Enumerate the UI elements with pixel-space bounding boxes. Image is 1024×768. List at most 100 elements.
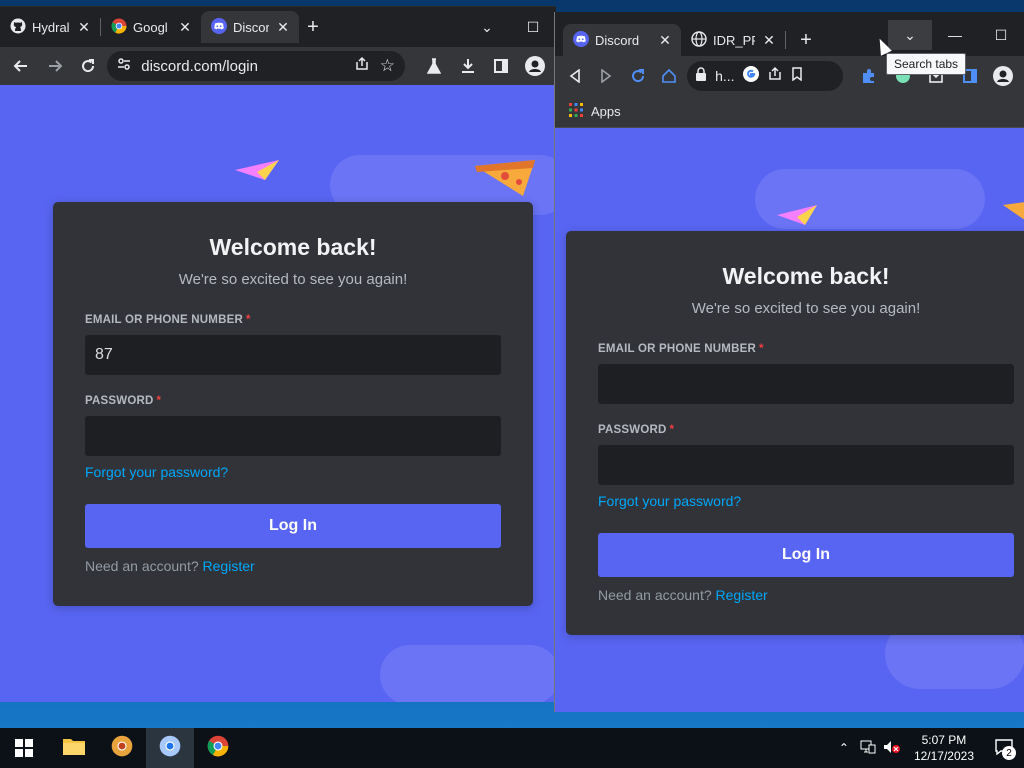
tab-label: Discor xyxy=(233,19,269,35)
background-cloud xyxy=(380,645,556,702)
password-label: PASSWORD * xyxy=(598,424,1014,436)
forgot-password-link[interactable]: Forgot your password? xyxy=(598,493,741,509)
tab-label: IDR_PRC xyxy=(713,32,755,48)
search-tabs-tooltip: Search tabs xyxy=(886,53,967,75)
maximize-icon[interactable]: ☐ xyxy=(510,12,556,42)
system-clock[interactable]: 5:07 PM 12/17/2023 xyxy=(904,732,984,764)
discord-icon xyxy=(211,17,227,37)
share-icon[interactable] xyxy=(767,66,783,86)
extensions-icon[interactable] xyxy=(855,61,884,91)
pizza-decoration xyxy=(475,160,535,201)
paper-plane-decoration xyxy=(235,160,279,185)
notification-count-badge: 2 xyxy=(1002,746,1016,760)
tab-github[interactable]: Hydral ✕ xyxy=(0,11,100,43)
chrome-icon xyxy=(207,735,229,762)
close-icon[interactable]: ✕ xyxy=(275,19,291,36)
tab-separator xyxy=(785,31,786,49)
maximize-icon[interactable]: ☐ xyxy=(978,20,1024,50)
chrome-button[interactable] xyxy=(194,728,242,768)
pizza-decoration xyxy=(1003,201,1024,228)
chevron-down-icon[interactable]: ⌄ xyxy=(464,12,510,42)
forward-button[interactable] xyxy=(40,51,70,81)
back-button[interactable] xyxy=(6,51,36,81)
download-icon[interactable] xyxy=(453,51,483,81)
labs-flask-icon[interactable] xyxy=(419,51,449,81)
login-card: Welcome back! We're so excited to see yo… xyxy=(566,231,1024,635)
network-icon[interactable] xyxy=(856,740,880,757)
tab-label: Hydral xyxy=(32,19,70,35)
email-label-text: EMAIL OR PHONE NUMBER xyxy=(598,343,756,355)
welcome-title: Welcome back! xyxy=(209,234,377,260)
tab-idr-proc[interactable]: IDR_PRC ✕ xyxy=(681,24,785,56)
profile-icon[interactable] xyxy=(989,61,1018,91)
notification-center-button[interactable]: 2 xyxy=(984,728,1024,768)
apps-bookmark[interactable]: Apps xyxy=(591,104,621,119)
minimize-icon[interactable]: — xyxy=(932,20,978,50)
login-button[interactable]: Log In xyxy=(598,533,1014,577)
share-icon[interactable] xyxy=(354,56,370,76)
chrome-canary-icon xyxy=(111,735,133,762)
tab-label: Discord xyxy=(595,32,640,48)
login-button[interactable]: Log In xyxy=(85,504,501,548)
password-field[interactable] xyxy=(85,416,501,456)
system-tray: ⌃ 5:07 PM 12/17/2023 2 xyxy=(832,728,1024,768)
required-marker: * xyxy=(758,343,764,355)
tab-google[interactable]: Googl ✕ xyxy=(101,11,201,43)
volume-muted-icon[interactable] xyxy=(880,740,904,757)
password-label-text: PASSWORD xyxy=(85,395,154,407)
bookmarks-bar: Apps xyxy=(555,96,1024,128)
email-field[interactable] xyxy=(85,335,501,375)
browser-window-left: Hydral ✕ Googl ✕ Discor ✕ + ⌄ ☐ discord.… xyxy=(0,6,556,702)
google-icon[interactable] xyxy=(742,66,759,86)
tab-discord[interactable]: Discord ✕ xyxy=(563,24,681,56)
chevron-up-icon[interactable]: ⌃ xyxy=(832,741,856,755)
star-icon[interactable]: ☆ xyxy=(380,56,395,76)
clock-time: 5:07 PM xyxy=(921,733,967,747)
address-bar[interactable]: h... xyxy=(687,61,843,91)
login-card: Welcome back! We're so excited to see yo… xyxy=(53,202,533,606)
globe-icon xyxy=(691,30,707,50)
forgot-password-link[interactable]: Forgot your password? xyxy=(85,464,228,480)
search-tabs-button[interactable]: ⌄ xyxy=(888,20,932,50)
tab-discord[interactable]: Discor ✕ xyxy=(201,11,299,43)
chromium-button[interactable] xyxy=(146,728,194,768)
new-tab-button[interactable]: + xyxy=(299,13,327,41)
back-button[interactable] xyxy=(561,61,589,91)
close-icon[interactable]: ✕ xyxy=(177,19,193,36)
reload-button[interactable] xyxy=(624,61,652,91)
register-link[interactable]: Register xyxy=(716,587,768,603)
close-icon[interactable]: ✕ xyxy=(76,19,92,36)
email-label: EMAIL OR PHONE NUMBER * xyxy=(598,343,1014,355)
forward-button[interactable] xyxy=(593,61,621,91)
required-marker: * xyxy=(245,314,251,326)
site-settings-icon[interactable] xyxy=(117,57,131,75)
chrome-icon xyxy=(111,18,127,37)
side-panel-icon[interactable] xyxy=(486,51,516,81)
bookmark-icon[interactable] xyxy=(791,67,803,85)
taskbar: ⌃ 5:07 PM 12/17/2023 2 xyxy=(0,728,1024,768)
file-explorer-button[interactable] xyxy=(50,728,98,768)
register-prompt: Need an account? Register xyxy=(598,587,1014,603)
url-text: discord.com/login xyxy=(141,57,258,75)
profile-icon[interactable] xyxy=(520,51,550,81)
discord-login-page: Welcome back! We're so excited to see yo… xyxy=(0,85,556,702)
register-prompt: Need an account? Register xyxy=(85,558,501,574)
chromium-icon xyxy=(159,735,181,762)
email-field[interactable] xyxy=(598,364,1014,404)
home-icon[interactable] xyxy=(656,61,684,91)
email-label-text: EMAIL OR PHONE NUMBER xyxy=(85,314,243,326)
close-icon[interactable]: ✕ xyxy=(761,32,777,49)
new-tab-button[interactable]: + xyxy=(792,26,820,54)
windows-start-button[interactable] xyxy=(0,728,48,768)
password-field[interactable] xyxy=(598,445,1014,485)
chrome-dev-button[interactable] xyxy=(98,728,146,768)
password-label: PASSWORD * xyxy=(85,395,501,407)
register-link[interactable]: Register xyxy=(203,558,255,574)
reload-button[interactable] xyxy=(74,51,104,81)
github-icon xyxy=(10,18,26,37)
address-bar[interactable]: discord.com/login ☆ xyxy=(107,51,405,81)
apps-grid-icon[interactable] xyxy=(569,103,583,120)
tab-strip: Hydral ✕ Googl ✕ Discor ✕ + ⌄ ☐ xyxy=(0,7,556,47)
required-marker: * xyxy=(669,424,675,436)
close-icon[interactable]: ✕ xyxy=(657,32,673,49)
